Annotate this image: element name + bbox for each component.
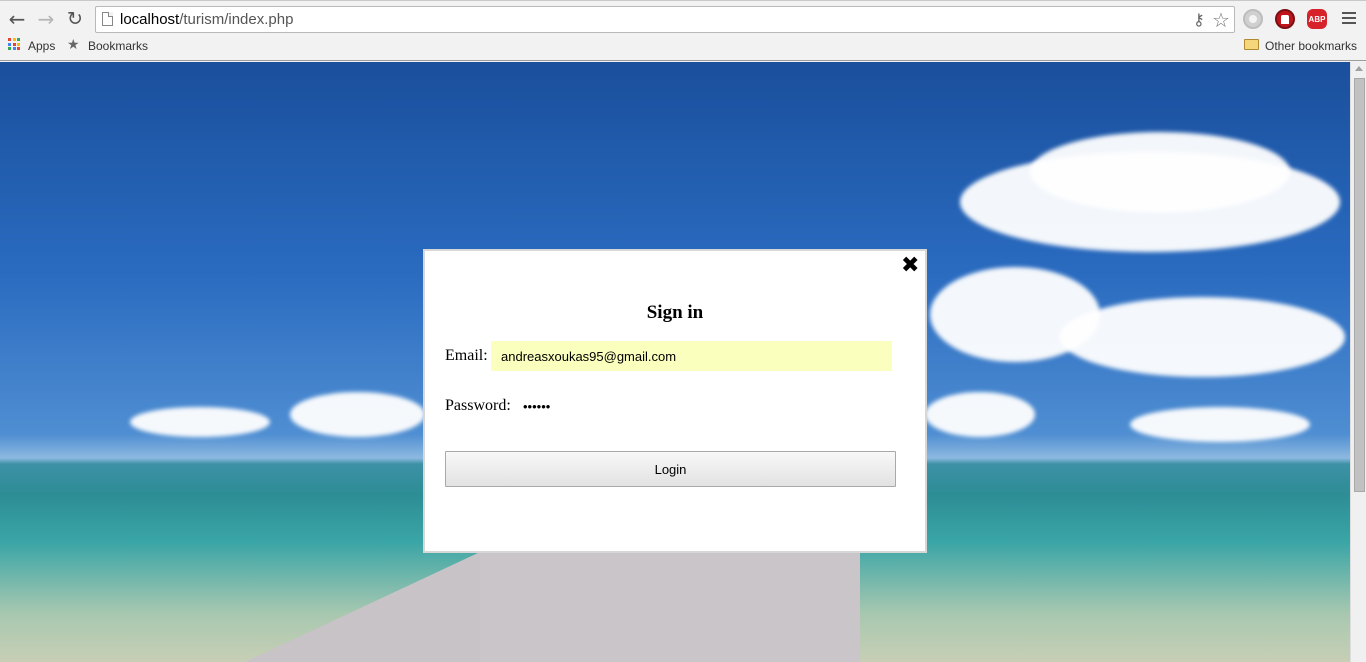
cloud	[1130, 407, 1310, 442]
key-icon[interactable]: ⚷	[1193, 10, 1205, 29]
bookmarks-link[interactable]: Bookmarks	[88, 39, 148, 53]
chrome-menu-icon[interactable]	[1342, 12, 1356, 26]
password-field[interactable]	[523, 395, 883, 417]
cloud	[130, 407, 270, 437]
modal-title: Sign in	[646, 302, 704, 323]
abp-text: ABP	[1308, 14, 1326, 24]
bookmarks-star-icon: ★	[67, 37, 80, 53]
bookmarks-bar: Apps ★ Bookmarks Other bookmarks	[0, 36, 1366, 61]
apps-link[interactable]: Apps	[28, 39, 55, 53]
reload-button[interactable]: ↻	[63, 7, 87, 31]
pier-shape	[480, 552, 860, 662]
url-text[interactable]: localhost/turism/index.php	[120, 11, 293, 28]
apps-icon[interactable]	[8, 38, 20, 50]
ublock-icon[interactable]	[1275, 9, 1295, 29]
extension-gray-icon[interactable]	[1243, 9, 1263, 29]
folder-icon	[1244, 39, 1259, 50]
scroll-up-arrow-icon[interactable]	[1355, 66, 1363, 71]
back-button[interactable]: ←	[5, 7, 29, 31]
cloud	[1030, 132, 1290, 212]
address-bar[interactable]: localhost/turism/index.php ⚷ ☆	[95, 6, 1235, 33]
email-field[interactable]	[491, 341, 892, 371]
adblock-plus-icon[interactable]: ABP	[1307, 9, 1327, 29]
page-icon	[102, 12, 113, 26]
bookmark-star-icon[interactable]: ☆	[1212, 8, 1230, 32]
cloud	[925, 392, 1035, 437]
close-icon[interactable]: ✖	[901, 255, 919, 277]
email-label: Email:	[445, 347, 488, 364]
url-path: /turism/index.php	[179, 11, 294, 28]
url-host: localhost	[120, 11, 180, 28]
other-bookmarks-link[interactable]: Other bookmarks	[1265, 39, 1357, 53]
password-label: Password:	[445, 397, 511, 414]
scroll-thumb[interactable]	[1354, 78, 1365, 492]
cloud	[290, 392, 425, 437]
cloud	[1060, 297, 1345, 377]
browser-toolbar: ← → ↻ localhost/turism/index.php ⚷ ☆ ABP	[0, 0, 1366, 36]
forward-button[interactable]: →	[34, 7, 58, 31]
login-button[interactable]: Login	[445, 451, 896, 487]
sign-in-modal: ✖ Sign in Email: Password: Login	[423, 249, 927, 553]
vertical-scrollbar[interactable]	[1350, 62, 1366, 662]
